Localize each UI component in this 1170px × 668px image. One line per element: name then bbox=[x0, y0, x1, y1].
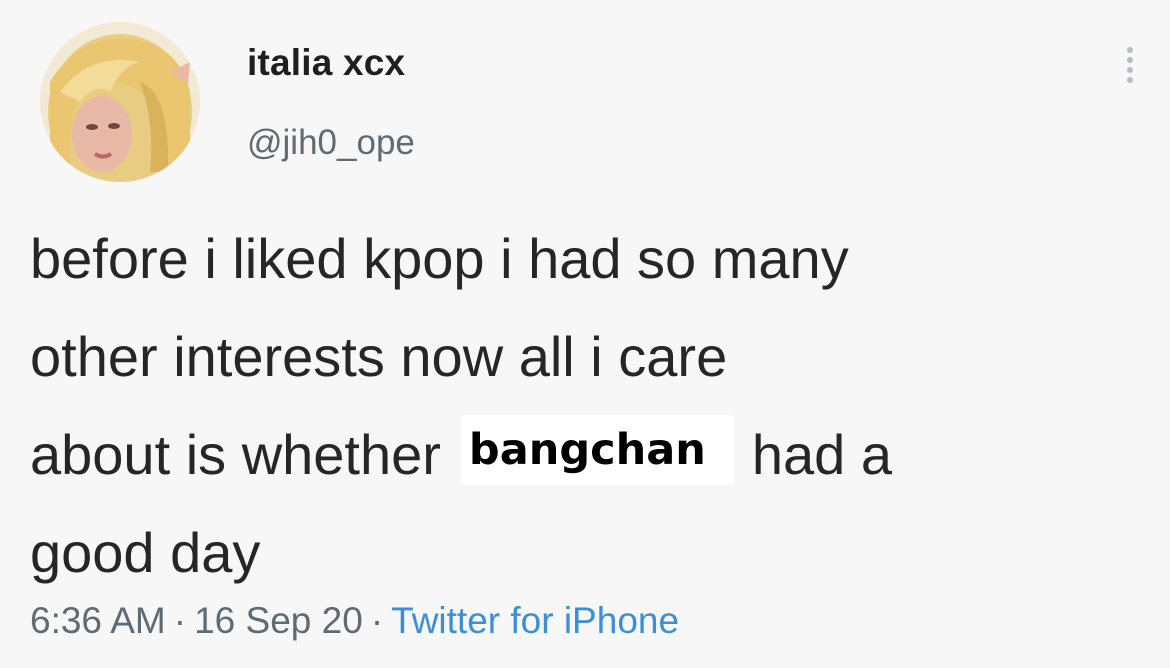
avatar-image bbox=[40, 22, 200, 182]
user-handle[interactable]: @jih0_ope bbox=[247, 123, 415, 163]
tweet-line: good day bbox=[30, 521, 261, 584]
avatar[interactable] bbox=[40, 22, 200, 182]
tweet-line-fragment: about is whether bbox=[30, 423, 441, 486]
tweet-text: before i liked kpop i had so many other … bbox=[30, 210, 1140, 602]
redaction-overlay: bangchan bbox=[460, 415, 734, 485]
tweet-line: before i liked kpop i had so many bbox=[30, 227, 849, 290]
meta-separator: · bbox=[370, 600, 384, 641]
tweet-line: about is whether bangchan had a bbox=[30, 406, 1140, 504]
tweet-line-fragment: had a bbox=[751, 423, 892, 486]
more-vertical-icon[interactable] bbox=[1118, 44, 1142, 94]
tweet-time[interactable]: 6:36 AM bbox=[30, 600, 166, 641]
tweet-date[interactable]: 16 Sep 20 bbox=[194, 600, 363, 641]
tweet-line: other interests now all i care bbox=[30, 325, 728, 388]
tweet-card: italia xcx @jih0_ope before i liked kpop… bbox=[0, 0, 1170, 668]
tweet-source-link[interactable]: Twitter for iPhone bbox=[391, 600, 679, 641]
tweet-meta: 6:36 AM · 16 Sep 20 · Twitter for iPhone bbox=[30, 600, 679, 642]
display-name[interactable]: italia xcx bbox=[247, 42, 405, 84]
meta-separator: · bbox=[173, 600, 187, 641]
